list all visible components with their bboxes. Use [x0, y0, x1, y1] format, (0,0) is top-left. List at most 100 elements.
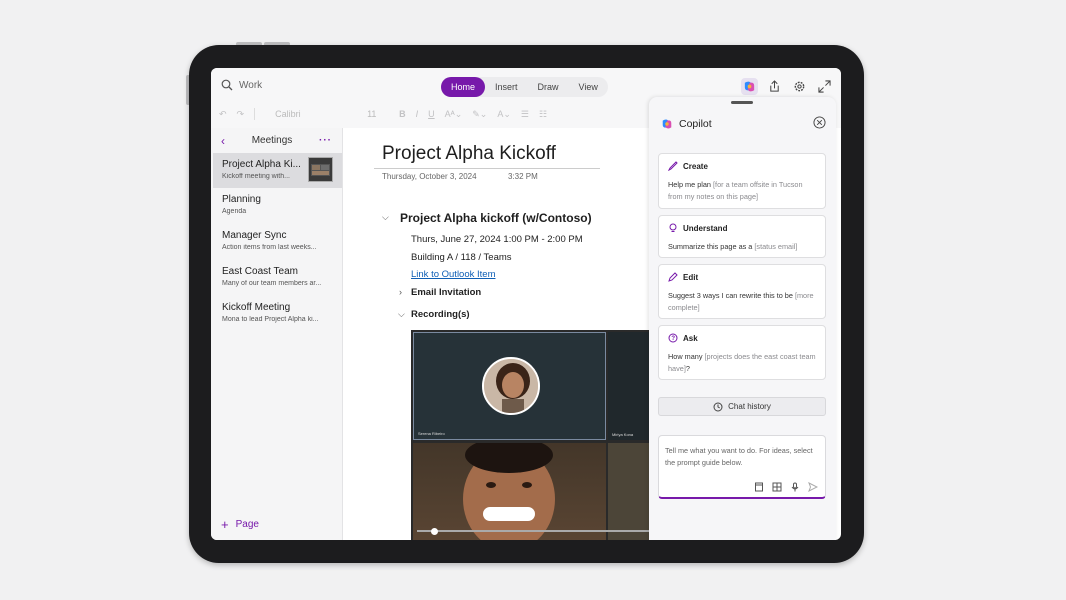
onenote-app: Work Home Insert Draw View ↶ ↷ Calibri 1… [211, 68, 841, 540]
chat-history-button[interactable]: Chat history [658, 397, 826, 416]
participant-video-tile [413, 437, 606, 540]
expand-icon[interactable] [816, 78, 833, 95]
page-title[interactable]: Project Alpha Kickoff [382, 143, 556, 165]
meeting-location: Building A / 118 / Teams [411, 252, 512, 263]
prompt-card-create[interactable]: Create Help me plan [for a team offsite … [658, 153, 826, 209]
copilot-logo-icon [661, 118, 673, 130]
highlight-icon[interactable]: ✎⌄ [472, 109, 487, 120]
search-input[interactable]: Work [239, 80, 262, 91]
card-text: Suggest 3 ways I can rewrite this to be [668, 291, 795, 300]
page-canvas[interactable]: Project Alpha Kickoff Thursday, October … [344, 128, 650, 540]
sidebar-item-east-coast-team[interactable]: East Coast Team Many of our team members… [211, 260, 342, 296]
card-label: Ask [683, 333, 698, 343]
recordings-heading[interactable]: Recording(s) [411, 309, 470, 320]
copilot-panel: Copilot Create Help me plan [for a team … [649, 97, 836, 540]
numbering-icon[interactable]: ☷ [539, 109, 547, 120]
pencil-icon [668, 272, 678, 282]
microphone-icon[interactable] [790, 482, 800, 492]
drag-handle[interactable] [731, 101, 753, 104]
copilot-input[interactable]: Tell me what you want to do. For ideas, … [658, 435, 826, 499]
participant-name: Serena Ribeiro [418, 431, 445, 436]
meeting-recording-video[interactable]: Serena Ribeiro Miriya Kona [411, 330, 650, 540]
sidebar-item-title: Kickoff Meeting [222, 302, 291, 313]
search-box[interactable]: Work [221, 79, 262, 91]
card-placeholder: [status email] [754, 242, 798, 251]
scrubber-handle[interactable] [431, 528, 438, 535]
font-color-icon[interactable]: A⌄ [497, 109, 511, 120]
close-icon[interactable] [813, 116, 826, 129]
participant-tile: Serena Ribeiro [413, 332, 606, 440]
settings-gear-icon[interactable] [791, 78, 808, 95]
back-chevron-icon[interactable]: ‹ [221, 134, 225, 148]
email-invitation-heading[interactable]: Email Invitation [411, 287, 481, 298]
plus-icon: + [221, 517, 229, 532]
undo-icon[interactable]: ↶ [219, 109, 227, 120]
sidebar-item-title: Planning [222, 194, 261, 205]
card-suffix: ? [685, 364, 690, 373]
tab-insert[interactable]: Insert [485, 77, 528, 97]
video-scrubber[interactable] [417, 530, 650, 532]
font-family-select[interactable]: Calibri [265, 109, 357, 119]
history-icon [713, 402, 723, 412]
prompt-card-understand[interactable]: Understand Summarize this page as a [sta… [658, 215, 826, 258]
card-text: How many [668, 352, 705, 361]
bold-icon[interactable]: B [399, 109, 406, 119]
tab-view[interactable]: View [569, 77, 608, 97]
sidebar-item-title: East Coast Team [222, 266, 298, 277]
participant-tile: Miriya Kona [608, 332, 650, 440]
participant-name: Miriya Kona [612, 432, 634, 437]
expand-chevron-icon[interactable]: › [399, 287, 402, 297]
card-text: Summarize this page as a [668, 242, 755, 251]
sidebar-item-subtitle: Action items from last weeks... [222, 244, 317, 251]
add-page-button[interactable]: + Page [221, 517, 259, 532]
bullets-icon[interactable]: ☰ [521, 109, 529, 120]
copilot-title: Copilot [679, 118, 712, 130]
sidebar-item-project-alpha[interactable]: Project Alpha Ki... Kickoff meeting with… [213, 153, 342, 188]
meeting-section-title[interactable]: Project Alpha kickoff (w/Contoso) [400, 211, 592, 225]
formatting-toolbar: ↶ ↷ Calibri 11 B I U Aᴬ⌄ ✎⌄ A⌄ ☰ ☷ [219, 104, 547, 124]
underline-icon[interactable]: U [428, 109, 435, 119]
italic-icon[interactable]: I [416, 109, 419, 119]
search-icon [221, 79, 233, 91]
card-label: Understand [683, 223, 728, 233]
redo-icon[interactable]: ↷ [237, 109, 245, 120]
sidebar-item-subtitle: Agenda [222, 208, 247, 215]
sidebar-header: ‹ Meetings ··· [211, 128, 342, 153]
prompt-guide-icon[interactable] [772, 482, 782, 492]
tab-home[interactable]: Home [441, 77, 486, 97]
copilot-header: Copilot [661, 118, 712, 130]
sidebar-item-kickoff-meeting[interactable]: Kickoff Meeting Mona to lead Project Alp… [211, 296, 342, 332]
text-effects-icon[interactable]: Aᴬ⌄ [445, 109, 463, 120]
outlook-link[interactable]: Link to Outlook Item [411, 269, 495, 280]
meeting-time: Thurs, June 27, 2024 1:00 PM - 2:00 PM [411, 234, 583, 245]
card-label: Edit [683, 272, 699, 282]
font-size-select[interactable]: 11 [367, 109, 389, 119]
sidebar-item-title: Project Alpha Ki... [222, 159, 301, 170]
section-title: Meetings [251, 135, 293, 146]
collapse-chevron-icon[interactable]: ⌵ [398, 309, 405, 320]
share-icon[interactable] [766, 78, 783, 95]
more-options-icon[interactable]: ··· [319, 135, 332, 146]
sidebar-item-manager-sync[interactable]: Manager Sync Action items from last week… [211, 224, 342, 260]
collapse-chevron-icon[interactable]: ⌵ [382, 212, 389, 223]
page-list-sidebar: ‹ Meetings ··· Project Alpha Ki... Kicko… [211, 128, 343, 540]
prompt-card-edit[interactable]: Edit Suggest 3 ways I can rewrite this t… [658, 264, 826, 319]
prompt-card-ask[interactable]: ? Ask How many [projects does the east c… [658, 325, 826, 380]
page-date: Thursday, October 3, 2024 [382, 172, 477, 181]
top-actions [741, 78, 833, 95]
sidebar-item-title: Manager Sync [222, 230, 287, 241]
sidebar-item-planning[interactable]: Planning Agenda [211, 188, 342, 224]
notebook-icon[interactable] [754, 482, 764, 492]
pen-sparkle-icon [668, 161, 678, 171]
sidebar-item-subtitle: Kickoff meeting with... [222, 173, 290, 180]
chat-question-icon: ? [668, 333, 678, 343]
sidebar-item-subtitle: Mona to lead Project Alpha ki... [222, 316, 319, 323]
card-label: Create [683, 161, 708, 171]
copilot-icon[interactable] [741, 78, 758, 95]
tab-draw[interactable]: Draw [528, 77, 569, 97]
send-icon[interactable] [808, 482, 818, 492]
participant-video-tile [608, 443, 650, 540]
page-thumbnail [308, 157, 333, 182]
lightbulb-icon [668, 223, 678, 233]
title-underline [374, 168, 600, 169]
